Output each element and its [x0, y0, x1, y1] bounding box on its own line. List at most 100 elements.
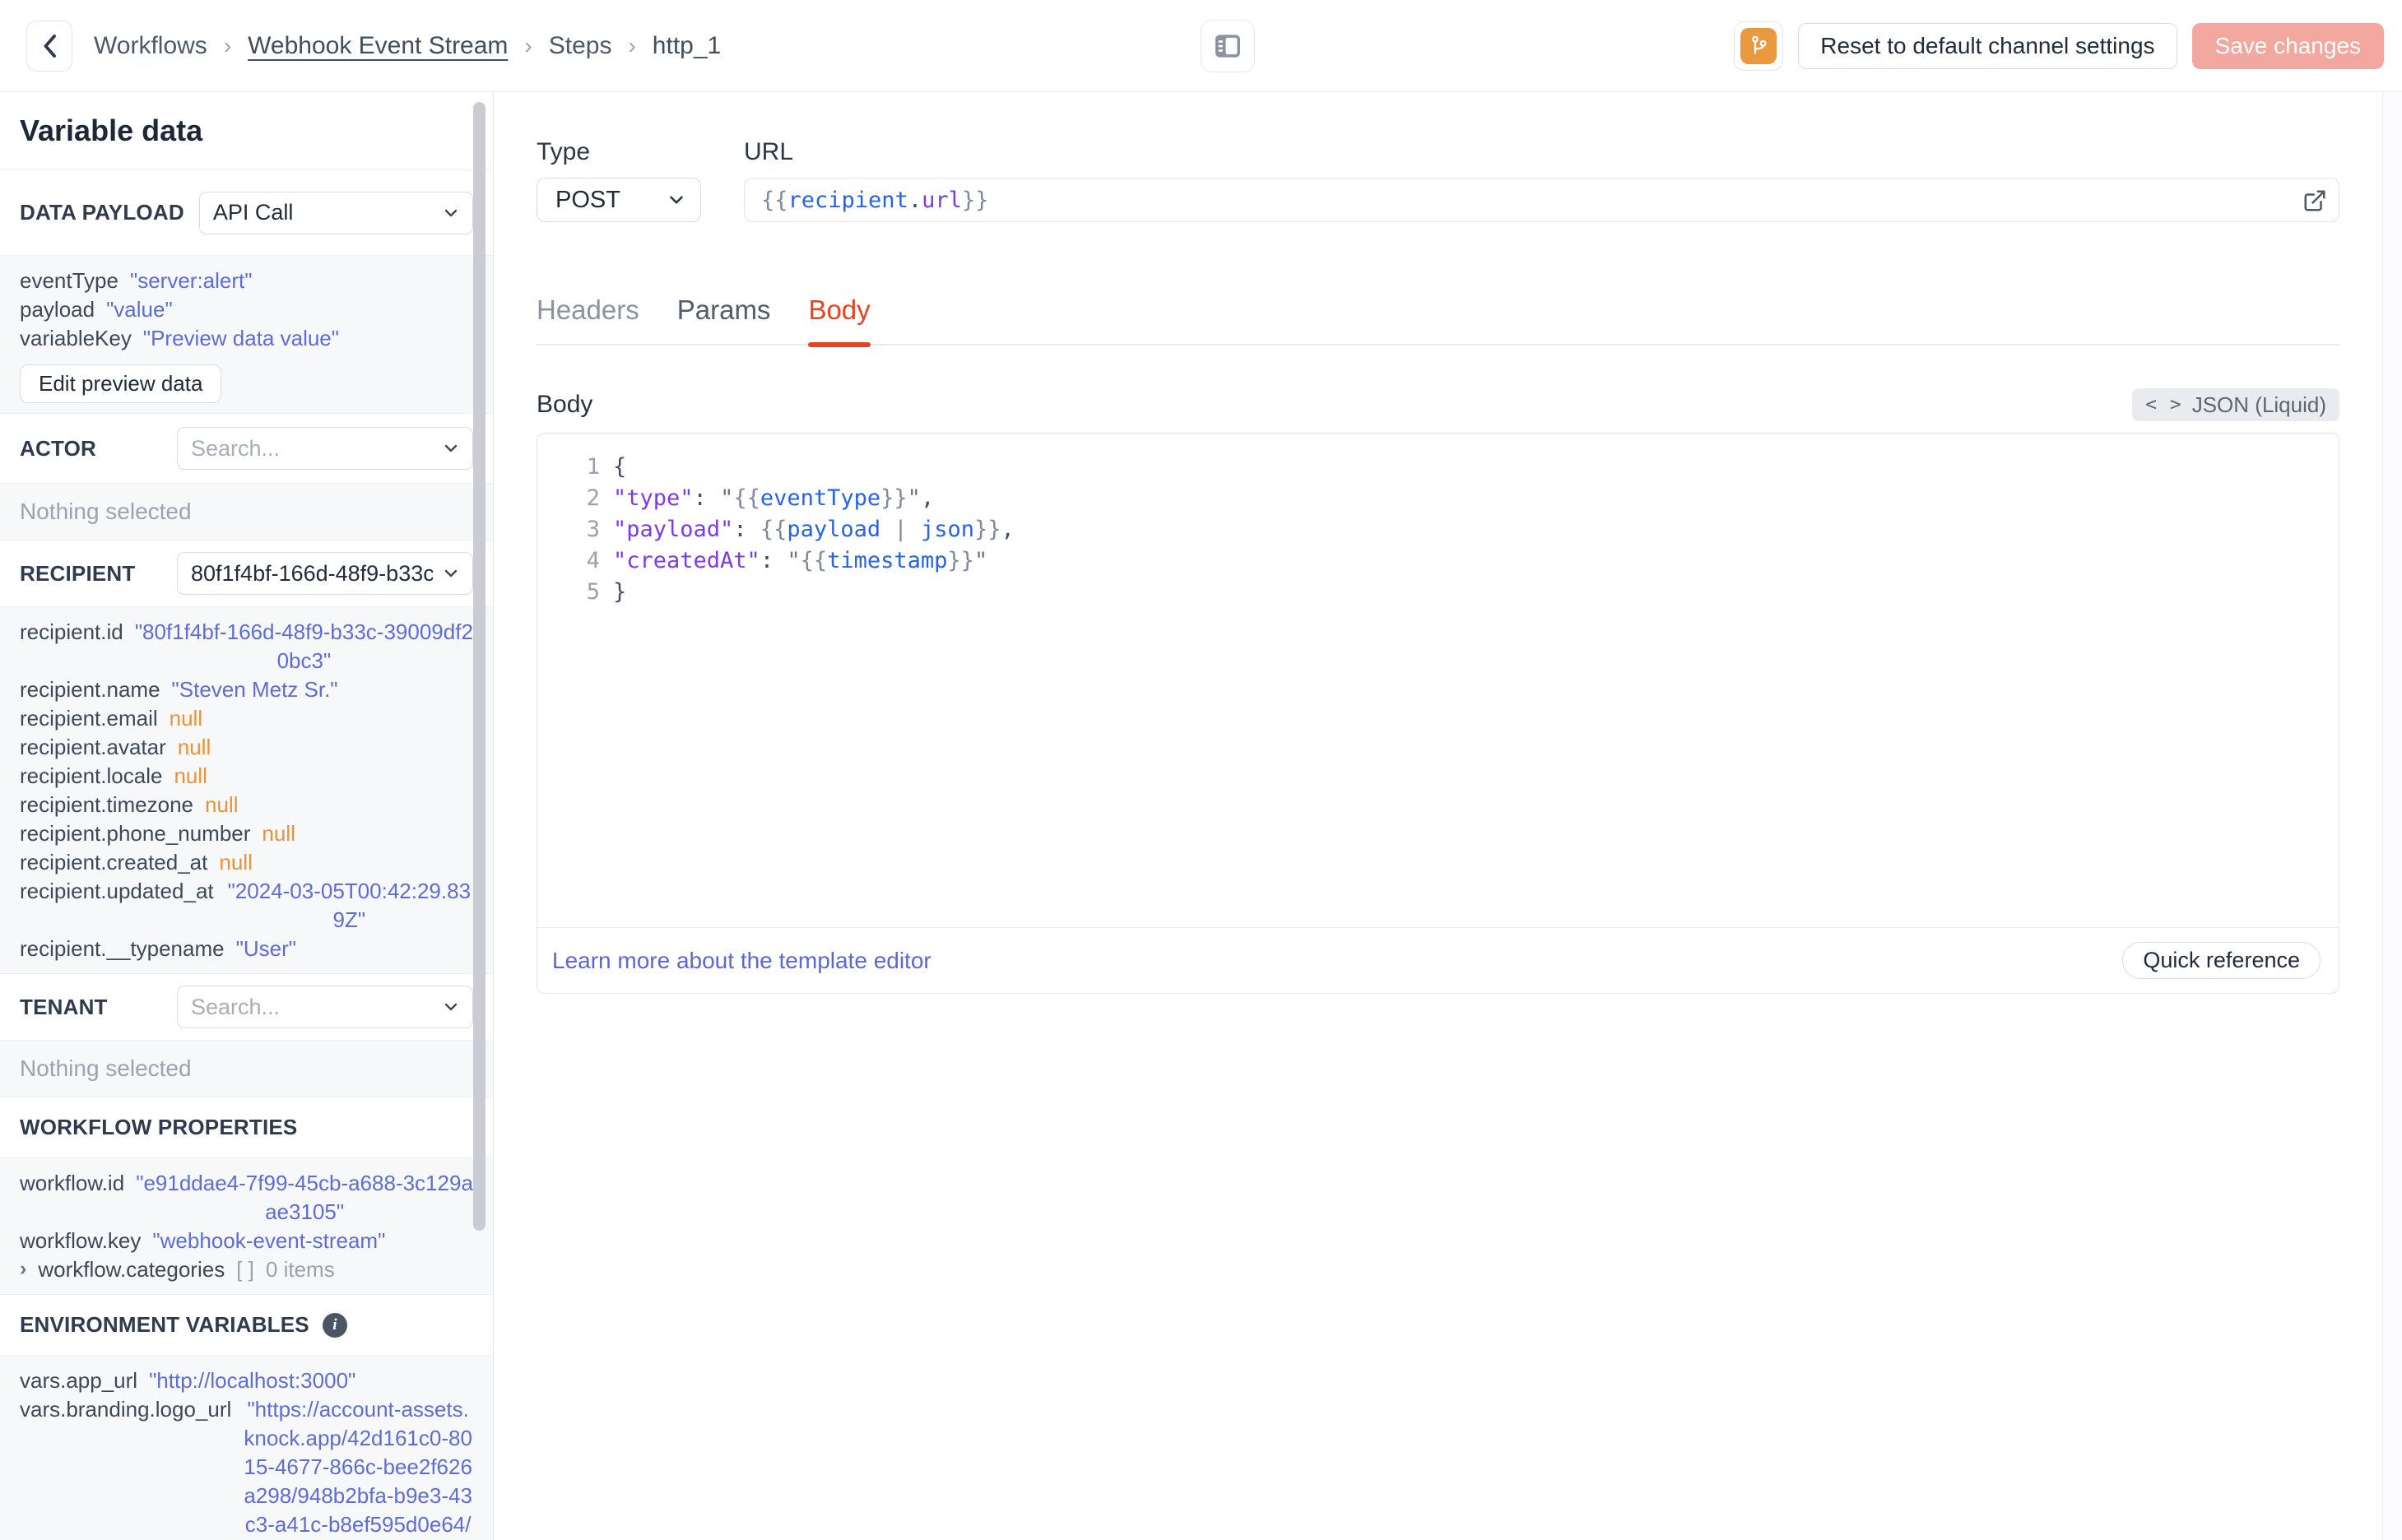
sidebar-scrollbar[interactable] [473, 102, 486, 1231]
code-line: 4 "createdAt": "{{timestamp}}" [537, 545, 2339, 577]
variable-key: recipient.avatar [20, 735, 166, 759]
data-payload-label: DATA PAYLOAD [20, 200, 184, 225]
variable-key: recipient.__typename [20, 936, 225, 961]
back-button[interactable] [26, 20, 72, 72]
variable-key: vars.app_url [20, 1368, 138, 1393]
breadcrumb-workflow-name[interactable]: Webhook Event Stream [248, 32, 508, 60]
code-area[interactable]: 1{2 "type": "{{eventType}}", 3 "payload": {… [537, 434, 2339, 927]
environment-variables-header: ENVIRONMENT VARIABLES i [0, 1295, 493, 1355]
expand-chevron-icon[interactable]: › [20, 1255, 26, 1283]
code-text: "payload": {{payload | json}}, [613, 517, 1015, 542]
code-text: "createdAt": "{{timestamp}}" [613, 548, 988, 573]
method-selected: POST [555, 186, 620, 213]
variable-key: recipient.phone_number [20, 821, 251, 846]
breadcrumb-separator: › [524, 32, 532, 58]
variable-value: [ ] [236, 1257, 254, 1282]
code-icon: < > [2145, 394, 2182, 415]
tenant-empty-text: Nothing selected [20, 1055, 192, 1081]
type-label: Type [537, 138, 591, 165]
tenant-search-select[interactable]: Search... [177, 986, 473, 1028]
open-external-button[interactable] [2297, 183, 2332, 218]
variable-key: recipient.timezone [20, 792, 193, 817]
template-editor-docs-link[interactable]: Learn more about the template editor [552, 948, 932, 974]
external-link-icon [2304, 190, 2325, 211]
variable-value: "http://localhost:3000" [149, 1368, 356, 1393]
variable-row: vars.app_url "http://localhost:3000" [20, 1366, 473, 1395]
variable-value: "server:alert" [129, 268, 253, 293]
variable-key: eventType [20, 268, 118, 293]
variable-row: recipient.created_at null [20, 848, 473, 877]
tab-headers[interactable]: Headers [537, 295, 639, 344]
recipient-row: RECIPIENT 80f1f4bf-166d-48f9-b33c [0, 540, 493, 606]
url-input[interactable]: {{recipient.url}} [744, 178, 2339, 222]
variable-value: null [177, 735, 211, 759]
variable-row: workflow.key "webhook-event-stream" [20, 1227, 473, 1255]
breadcrumb-separator: › [628, 32, 636, 58]
variable-row: recipient.updated_at "2024-03-05T00:42:29… [20, 877, 473, 935]
url-field: URL {{recipient.url}} [744, 138, 2339, 222]
request-editor-panel: Type POST URL {{recipient.url}} Headers … [494, 92, 2402, 1540]
variable-row: recipient.timezone null [20, 791, 473, 819]
variable-key: workflow.categories [38, 1257, 225, 1282]
top-bar: Workflows › Webhook Event Stream › Steps… [0, 0, 2402, 92]
chevron-down-icon [444, 1003, 458, 1011]
chevron-down-icon [670, 196, 683, 204]
variable-row: recipient.avatar null [20, 733, 473, 762]
code-line: 5} [537, 577, 2339, 608]
variable-key: variableKey [20, 326, 132, 350]
variable-key: recipient.id [20, 619, 123, 644]
sidebar-title: Variable data [0, 92, 493, 170]
breadcrumb-workflows[interactable]: Workflows [94, 32, 207, 60]
variable-value: "value" [106, 297, 173, 322]
variable-row: › workflow.categories [ ] 0 items [20, 1255, 473, 1284]
chevron-down-icon [444, 444, 458, 452]
variable-value: null [262, 821, 295, 846]
data-payload-select[interactable]: API Call [198, 191, 473, 234]
data-payload-row: DATA PAYLOAD API Call [0, 170, 493, 255]
variable-value: "User" [235, 936, 296, 961]
commit-status-button[interactable] [1734, 21, 1784, 71]
variable-row: workflow.id "e91ddae4-7f99-45cb-a688-3c12… [20, 1169, 473, 1227]
breadcrumb-separator: › [223, 32, 232, 58]
method-select[interactable]: POST [537, 178, 701, 222]
workflow-variables-band: workflow.id "e91ddae4-7f99-45cb-a688-3c12… [0, 1157, 493, 1295]
variable-row: recipient.email null [20, 704, 473, 733]
variable-value: "2024-03-05T00:42:29.839Z" [227, 879, 472, 932]
actor-search-placeholder: Search... [191, 435, 281, 461]
variable-value: "Preview data value" [142, 326, 339, 350]
chevron-down-icon [444, 209, 458, 216]
request-config-row: Type POST URL {{recipient.url}} [537, 138, 2339, 222]
request-tabs: Headers Params Body [537, 295, 2339, 347]
breadcrumb-steps[interactable]: Steps [549, 32, 612, 60]
language-badge: < > JSON (Liquid) [2132, 388, 2339, 421]
main-scrollbar-gutter[interactable] [2382, 92, 2402, 1540]
tab-body[interactable]: Body [808, 295, 871, 347]
edit-preview-data-button[interactable]: Edit preview data [20, 364, 222, 403]
chevron-down-icon [444, 569, 458, 578]
code-line: 1{ [537, 452, 2339, 483]
save-changes-button[interactable]: Save changes [2191, 22, 2385, 69]
variable-value: null [169, 706, 203, 731]
recipient-select[interactable]: 80f1f4bf-166d-48f9-b33c [177, 552, 473, 595]
editor-footer: Learn more about the template editor Qui… [537, 927, 2339, 993]
recipient-label: RECIPIENT [20, 560, 136, 586]
code-text: { [613, 454, 627, 480]
variable-key: vars.branding.logo_url [20, 1397, 232, 1422]
variable-key: payload [20, 297, 95, 322]
reset-channel-settings-button[interactable]: Reset to default channel settings [1798, 22, 2177, 69]
toggle-sidebar-button[interactable] [1200, 19, 1255, 72]
variable-row: recipient.locale null [20, 762, 473, 791]
variable-key: recipient.created_at [20, 850, 208, 874]
info-icon[interactable]: i [322, 1312, 347, 1338]
type-field: Type POST [537, 138, 701, 222]
variable-row: vars.branding.logo_url "https://account-a… [20, 1395, 473, 1540]
quick-reference-button[interactable]: Quick reference [2122, 942, 2321, 979]
actor-label: ACTOR [20, 435, 96, 461]
tenant-label: TENANT [20, 994, 108, 1019]
variable-value: "https://account-assets.knock.app/42d161… [244, 1397, 472, 1537]
tab-params[interactable]: Params [677, 295, 771, 344]
panel-left-icon [1215, 34, 1240, 58]
line-number: 1 [586, 454, 600, 480]
actor-search-select[interactable]: Search... [177, 427, 473, 470]
url-value: {{recipient.url}} [761, 187, 989, 213]
